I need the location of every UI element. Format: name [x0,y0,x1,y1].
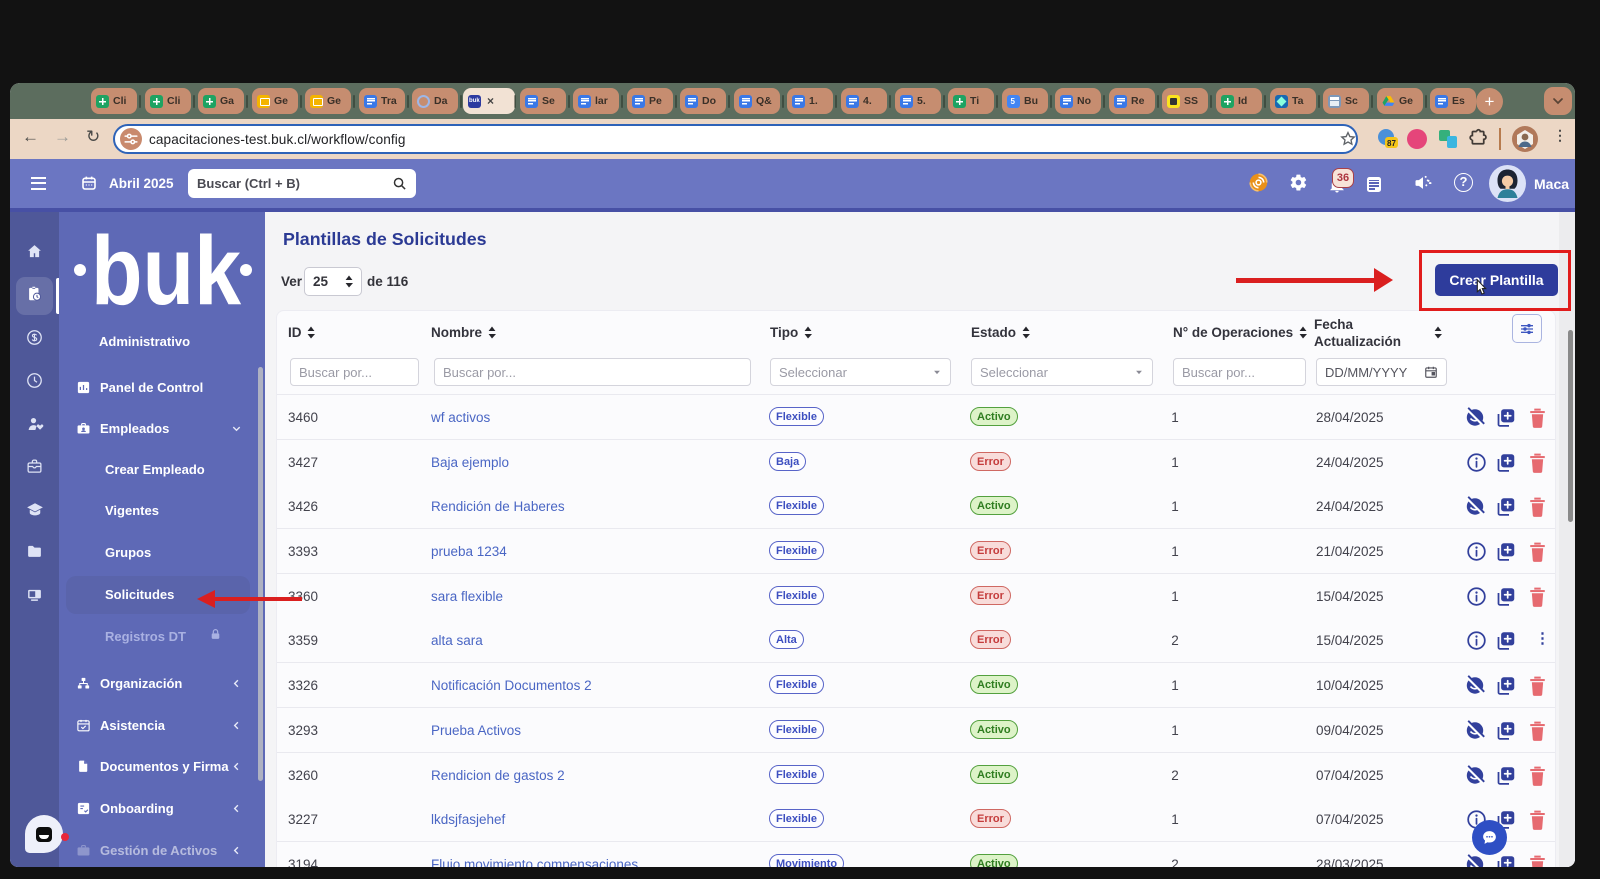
svg-text:buk: buk [91,216,242,312]
svg-text:87: 87 [1387,139,1396,148]
